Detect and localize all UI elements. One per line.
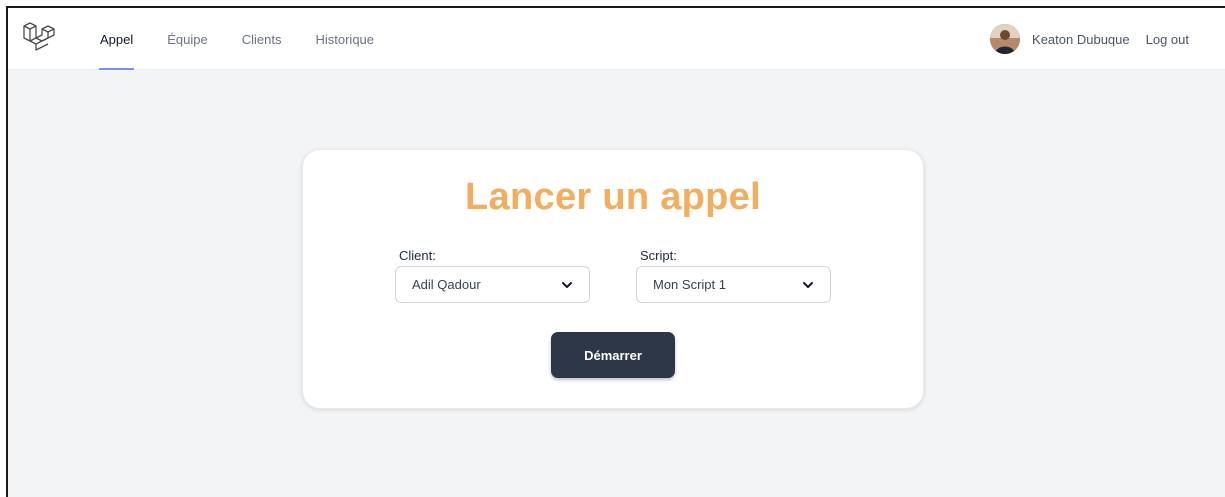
chevron-down-icon [562,282,572,288]
script-field: Script: Mon Script 1 [636,248,831,303]
start-button[interactable]: Démarrer [551,332,675,378]
avatar[interactable] [990,24,1021,54]
script-select-value: Mon Script 1 [653,277,726,292]
page-title: Lancer un appel [465,176,761,218]
client-select[interactable]: Adil Qadour [395,266,590,303]
logout-link[interactable]: Log out [1146,32,1189,47]
chevron-down-icon [803,282,813,288]
laravel-logo-icon[interactable] [22,22,58,52]
nav-link-appel[interactable]: Appel [98,8,135,70]
nav-link-historique[interactable]: Historique [315,8,374,70]
call-card: Lancer un appel Client: Adil Qadour Scri… [302,149,924,409]
client-label: Client: [399,248,436,263]
nav-link-equipe[interactable]: Équipe [167,8,207,70]
client-field: Client: Adil Qadour [395,248,590,303]
nav-links: Appel Équipe Clients Historique [98,8,408,70]
client-select-value: Adil Qadour [412,277,481,292]
navbar: Appel Équipe Clients Historique Keaton D… [8,8,1225,70]
app-frame: Appel Équipe Clients Historique Keaton D… [6,6,1225,497]
script-select[interactable]: Mon Script 1 [636,266,831,303]
user-name[interactable]: Keaton Dubuque [1032,32,1130,47]
script-label: Script: [640,248,677,263]
nav-link-clients[interactable]: Clients [242,8,282,70]
user-area: Keaton Dubuque Log out [990,8,1189,70]
